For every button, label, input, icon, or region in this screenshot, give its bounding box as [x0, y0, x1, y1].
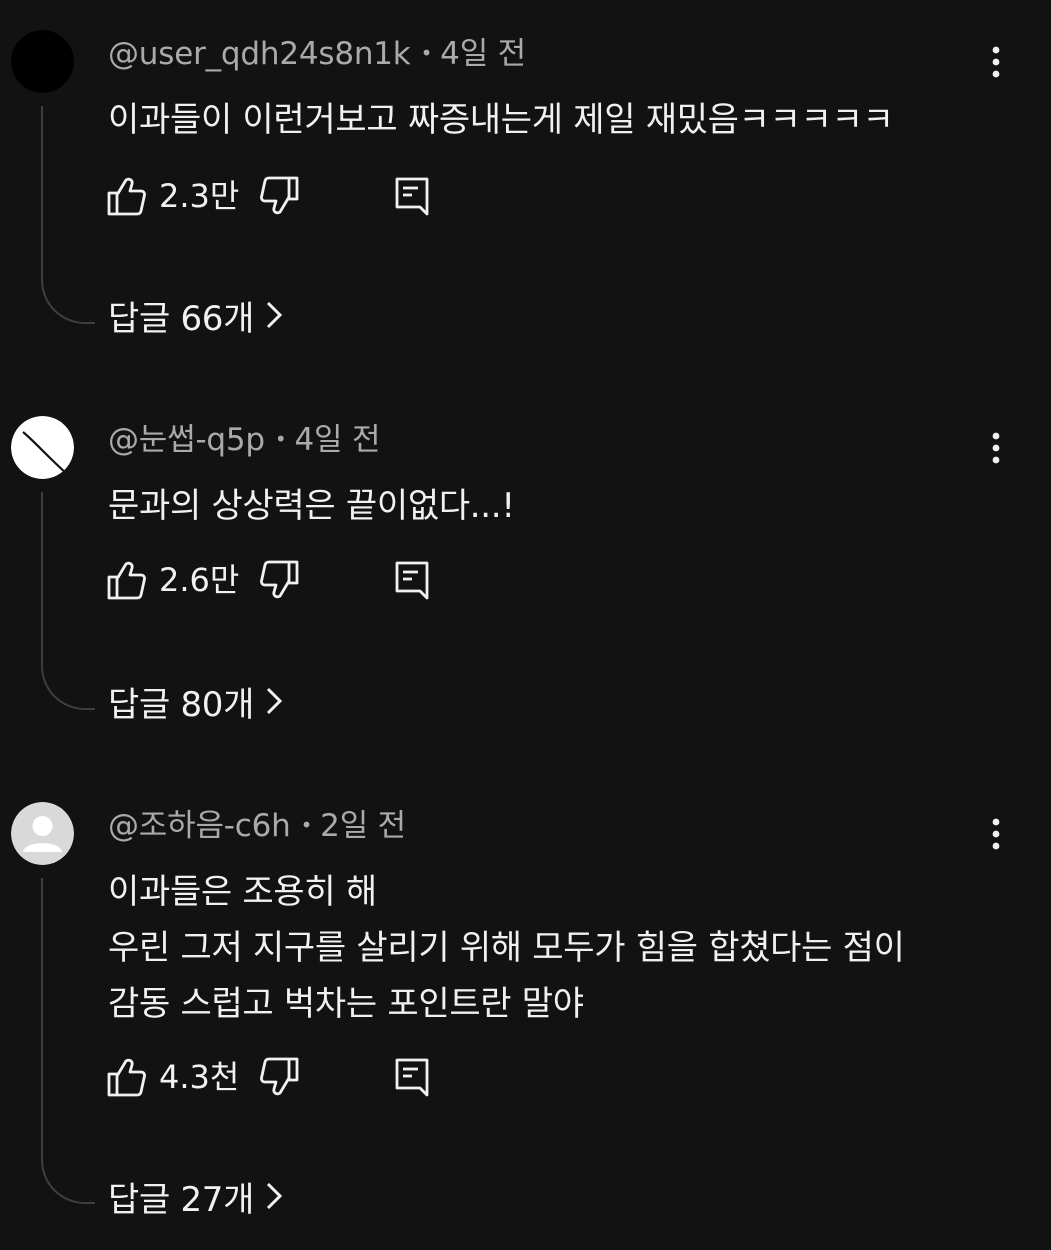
comment-text-line: 감동 스럽고 벅차는 포인트란 말야	[108, 984, 584, 1024]
chevron-right-icon	[266, 681, 283, 727]
reply-button[interactable]	[392, 174, 432, 218]
thumb-down-icon	[260, 560, 299, 599]
thumb-up-icon	[107, 177, 146, 216]
replies-count: 답글 80개	[108, 685, 255, 725]
comment-actions: 4.3천	[106, 1055, 446, 1099]
like-button[interactable]	[106, 174, 146, 218]
like-count: 2.6만	[159, 561, 240, 599]
meta-separator: •	[420, 41, 433, 65]
comment-text-line: 우린 그저 지구를 살리기 위해 모두가 힘을 합쳤다는 점이	[108, 928, 905, 968]
comment-text-line: 이과들이 이런거보고 짜증내는게 제일 재밌음ㅋㅋㅋㅋㅋ	[108, 100, 894, 140]
comment-reply-icon	[395, 177, 429, 216]
author-handle[interactable]: @눈썹-q5p	[108, 422, 265, 458]
comment-text: 문과의 상상력은 끝이없다...!	[108, 478, 515, 534]
avatar[interactable]	[11, 802, 74, 865]
comment-text: 이과들은 조용히 해 우린 그저 지구를 살리기 위해 모두가 힘을 합쳤다는 …	[108, 864, 905, 1032]
thread-line	[41, 492, 95, 710]
chevron-right-icon	[266, 1176, 283, 1222]
meta-separator: •	[300, 813, 313, 837]
avatar[interactable]	[11, 416, 74, 479]
thumb-up-icon	[107, 1058, 146, 1097]
default-person-icon	[11, 802, 74, 865]
thumb-down-icon	[260, 1057, 299, 1096]
comment-meta: @눈썹-q5p • 4일 전	[108, 420, 381, 463]
replies-count: 답글 27개	[108, 1180, 255, 1220]
author-handle[interactable]: @user_qdh24s8n1k	[108, 36, 411, 72]
comment-item: @user_qdh24s8n1k • 4일 전 이과들이 이런거보고 짜증내는게 제…	[0, 30, 1051, 350]
reply-button[interactable]	[392, 558, 432, 602]
thread-line	[41, 106, 95, 324]
comment-text-line: 이과들은 조용히 해	[108, 872, 377, 912]
replies-count: 답글 66개	[108, 299, 255, 339]
more-options-button[interactable]	[976, 814, 1016, 854]
thumb-up-icon	[107, 561, 146, 600]
comment-meta: @조하음-c6h • 2일 전	[108, 806, 406, 849]
comment-text: 이과들이 이런거보고 짜증내는게 제일 재밌음ㅋㅋㅋㅋㅋ	[108, 92, 894, 148]
meta-separator: •	[274, 427, 287, 451]
comment-meta: @user_qdh24s8n1k • 4일 전	[108, 34, 526, 77]
like-count: 2.3만	[159, 177, 240, 215]
comment-actions: 2.6만	[106, 558, 446, 602]
comment-reply-icon	[395, 1058, 429, 1097]
author-handle[interactable]: @조하음-c6h	[108, 808, 291, 844]
more-options-button[interactable]	[976, 428, 1016, 468]
comment-time[interactable]: 4일 전	[440, 36, 526, 72]
comment-time[interactable]: 2일 전	[320, 808, 406, 844]
reply-button[interactable]	[392, 1055, 432, 1099]
like-button[interactable]	[106, 1055, 146, 1099]
comment-item: @조하음-c6h • 2일 전 이과들은 조용히 해 우린 그저 지구를 살리기 위…	[0, 802, 1051, 1232]
like-button[interactable]	[106, 558, 146, 602]
more-vertical-icon	[992, 818, 1000, 850]
dislike-button[interactable]	[260, 558, 300, 602]
comment-time[interactable]: 4일 전	[295, 422, 381, 458]
chevron-right-icon	[266, 295, 283, 341]
dislike-button[interactable]	[260, 174, 300, 218]
avatar[interactable]	[11, 30, 74, 93]
comment-reply-icon	[395, 561, 429, 600]
thumb-down-icon	[260, 176, 299, 215]
view-replies-button[interactable]: 답글 66개	[108, 295, 283, 344]
comment-item: @눈썹-q5p • 4일 전 문과의 상상력은 끝이없다...! 2.6만 답글…	[0, 416, 1051, 736]
view-replies-button[interactable]: 답글 27개	[108, 1176, 283, 1225]
more-vertical-icon	[992, 46, 1000, 78]
comment-text-line: 문과의 상상력은 끝이없다...!	[108, 486, 515, 526]
dislike-button[interactable]	[260, 1055, 300, 1099]
like-count: 4.3천	[159, 1058, 240, 1096]
more-options-button[interactable]	[976, 42, 1016, 82]
comment-actions: 2.3만	[106, 174, 446, 218]
more-vertical-icon	[992, 432, 1000, 464]
thread-line	[41, 878, 95, 1204]
view-replies-button[interactable]: 답글 80개	[108, 681, 283, 730]
